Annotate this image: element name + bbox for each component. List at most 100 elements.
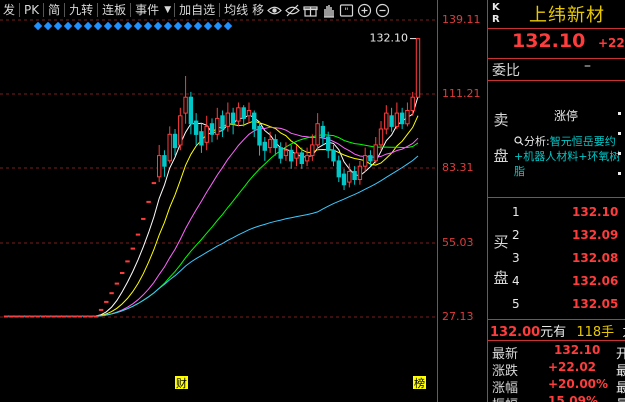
candle-body (225, 112, 231, 127)
candle-body (399, 112, 405, 125)
candle-body (373, 144, 378, 162)
candle-body (405, 110, 410, 125)
sell-side-label: 卖 盘 (492, 108, 510, 168)
candle-body (77, 315, 83, 318)
sell-label-char: 盘 (493, 147, 509, 165)
last-trade-unit: 元有 (540, 325, 567, 340)
divider (488, 197, 625, 198)
candle-body (193, 120, 199, 135)
candle-body (9, 315, 14, 318)
candle-body (162, 155, 167, 167)
weibi-label: 委比 (492, 63, 520, 79)
candle-body (384, 112, 389, 130)
candle-body (215, 117, 220, 135)
kline-chart-pane[interactable]: 发 PK 简 九转 连板 事件 ▼ 加自选 均线 移 " 132.10 财 榜 … (0, 0, 487, 402)
candle-body (141, 217, 146, 220)
kline-chart[interactable]: 132.10 财 榜 (0, 0, 437, 402)
buy-level-price: 132.05 (572, 297, 619, 311)
stat-value: 15.09% (548, 394, 598, 402)
axis-tick-label: 27.13 (442, 310, 474, 323)
candle-body (389, 115, 394, 127)
candle-body (415, 38, 421, 98)
candle-body (135, 233, 141, 236)
candle-body (230, 112, 236, 125)
candle-body (294, 152, 299, 159)
candle-body (236, 107, 241, 122)
axis-tick-label: 139.11 (442, 13, 481, 26)
candle-body (336, 160, 342, 178)
candle-body (273, 139, 278, 149)
candle-body (56, 315, 61, 318)
weibi-value: – (584, 58, 591, 74)
price-axis: 139.11 111.21 83.31 55.03 27.13 (437, 0, 487, 402)
candle-body (3, 315, 9, 318)
candle-body (157, 155, 162, 178)
buy-level-index: 5 (512, 297, 520, 311)
quote-panel: K R 上纬新材 132.10 +22. 委比 – 卖 盘 涨停 分析:智元恒岳… (487, 0, 625, 402)
candle-body (83, 315, 88, 318)
candle-body (14, 315, 19, 318)
candle-body (151, 182, 157, 185)
dot-marker (618, 132, 621, 135)
dot-marker (618, 112, 621, 115)
candle-body (125, 260, 130, 263)
candle-body (304, 155, 310, 162)
buy-level-row[interactable]: 2 132.09 (512, 228, 625, 244)
candle-body (241, 107, 246, 119)
divider (488, 80, 625, 81)
candle-body (278, 147, 283, 159)
cai-marker-label: 财 (176, 376, 187, 390)
bang-marker-label: 榜 (414, 376, 425, 390)
buy-level-price: 132.09 (572, 228, 619, 242)
candle-body (315, 123, 320, 146)
buy-level-price: 132.10 (572, 205, 619, 219)
candle-body (289, 149, 294, 162)
candle-body (320, 125, 326, 138)
sell-label-char: 卖 (493, 111, 509, 129)
candle-body (331, 149, 336, 162)
candle-body (130, 247, 136, 250)
candle-body (341, 173, 347, 186)
candle-body (257, 125, 262, 146)
code-letter: R (492, 14, 500, 25)
buy-label-char: 盘 (493, 269, 509, 287)
buy-level-index: 3 (512, 251, 520, 265)
candle-body (283, 149, 289, 157)
stock-code-letters: K R (492, 2, 500, 26)
candle-body (61, 315, 67, 318)
dot-marker (618, 152, 621, 155)
analysis-text[interactable]: 分析:智元恒岳要约+机器人材料+环氧树脂 (514, 134, 624, 179)
candle-body (67, 315, 72, 318)
candle-body (98, 308, 104, 311)
limit-up-label: 涨停 (554, 109, 579, 123)
buy-level-row[interactable]: 4 132.06 (512, 274, 625, 290)
stat-row: 涨跌+22.02最 (492, 360, 625, 379)
stat-value: +22.02 (548, 360, 597, 374)
candle-body (378, 128, 384, 146)
buy-level-row[interactable]: 1 132.10 (512, 205, 625, 221)
candle-body (104, 300, 109, 303)
candle-body (167, 133, 172, 162)
buy-level-row[interactable]: 5 132.05 (512, 297, 625, 313)
stat-value: 132.10 (554, 343, 601, 357)
stat-label: 振幅 (492, 394, 518, 402)
axis-tick-label: 111.21 (442, 87, 481, 100)
candle-body (40, 315, 46, 318)
code-letter: K (492, 2, 500, 13)
analysis-prefix: 分析: (524, 135, 550, 148)
last-trade-price: 132.00 (490, 325, 541, 340)
buy-level-row[interactable]: 3 132.08 (512, 251, 625, 267)
candle-body (188, 96, 194, 125)
candle-body (88, 315, 93, 318)
candle-body (24, 315, 30, 318)
stock-name[interactable]: 上纬新材 (529, 1, 605, 27)
candle-body (72, 315, 77, 318)
axis-tick-label: 55.03 (442, 236, 474, 249)
candle-body (299, 152, 305, 164)
ma20-line (6, 126, 419, 317)
candle-body (30, 315, 35, 318)
candle-body (368, 155, 373, 162)
dot-marker (618, 172, 621, 175)
divider (488, 58, 625, 59)
candle-body (310, 144, 315, 156)
